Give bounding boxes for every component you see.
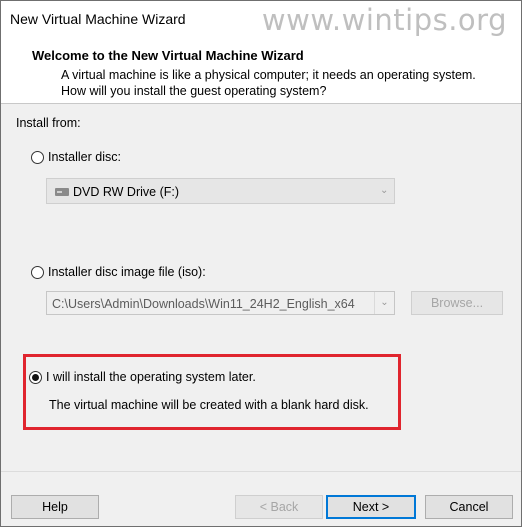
dvd-drive-icon <box>55 188 69 196</box>
help-button[interactable]: Help <box>11 495 99 519</box>
installer-disc-label[interactable]: Installer disc: <box>48 150 121 164</box>
next-button[interactable]: Next > <box>326 495 416 519</box>
wizard-window: New Virtual Machine Wizard www.wintips.o… <box>0 0 522 527</box>
title-bar: New Virtual Machine Wizard www.wintips.o… <box>1 1 521 39</box>
iso-image-label[interactable]: Installer disc image file (iso): <box>48 265 206 279</box>
iso-image-radio[interactable] <box>31 266 44 279</box>
back-button[interactable]: < Back <box>235 495 323 519</box>
watermark-text: www.wintips.org <box>261 3 507 37</box>
installer-disc-radio[interactable] <box>31 151 44 164</box>
wizard-header: Welcome to the New Virtual Machine Wizar… <box>1 39 521 103</box>
iso-path-value: C:\Users\Admin\Downloads\Win11_24H2_Engl… <box>52 297 355 311</box>
disc-drive-select[interactable]: DVD RW Drive (F:) ⌄ <box>46 178 395 204</box>
cancel-button[interactable]: Cancel <box>425 495 513 519</box>
wizard-description: A virtual machine is like a physical com… <box>61 68 476 98</box>
install-later-highlight <box>23 354 401 430</box>
browse-button[interactable]: Browse... <box>411 291 503 315</box>
chevron-down-icon[interactable]: ⌄ <box>374 292 394 314</box>
disc-drive-value: DVD RW Drive (F:) <box>73 185 180 199</box>
wizard-heading: Welcome to the New Virtual Machine Wizar… <box>32 48 304 63</box>
window-title: New Virtual Machine Wizard <box>10 11 186 27</box>
install-later-note: The virtual machine will be created with… <box>49 398 369 412</box>
iso-path-input[interactable]: C:\Users\Admin\Downloads\Win11_24H2_Engl… <box>46 291 395 315</box>
chevron-down-icon: ⌄ <box>380 185 389 196</box>
install-from-label: Install from: <box>16 116 81 130</box>
install-later-label[interactable]: I will install the operating system late… <box>46 370 256 384</box>
install-later-radio[interactable] <box>29 371 42 384</box>
